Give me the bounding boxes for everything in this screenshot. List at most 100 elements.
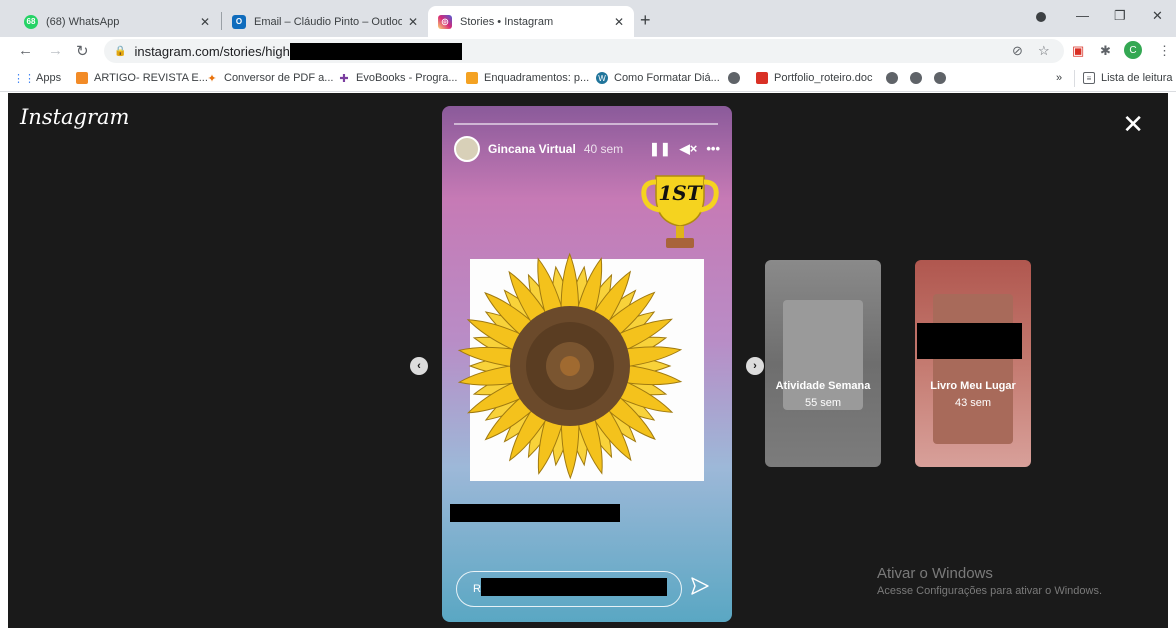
wordpress-icon: W [596,72,608,84]
apps-grid-icon: ⋮⋮ [13,72,35,85]
pdf-icon: ✦ [207,72,217,85]
bookmark-item[interactable]: ✦ Conversor de PDF a... [206,72,334,85]
browser-window: 68 (68) WhatsApp ✕ O Email – Cláudio Pin… [0,0,1176,628]
preview-title: Livro Meu Lugar [930,380,1016,392]
story-viewer: Instagram ✕ ‹ Gincana Virtual 40 sem ❚❚ … [8,93,1168,628]
browser-toolbar: ← → ↻ 🔒 instagram.com/stories/high ⊘ ☆ ▣… [0,37,1176,66]
bookmark-label: Apps [36,72,62,84]
bookmark-label: EvoBooks - Progra... [356,72,458,84]
back-button[interactable]: ← [18,42,33,59]
tab-whatsapp[interactable]: 68 (68) WhatsApp ✕ [14,6,220,37]
watermark-subtitle: Acesse Configurações para ativar o Windo… [877,585,1102,597]
bookmark-item[interactable]: Portfolio_roteiro.doc [756,72,872,84]
minimize-button[interactable]: — [1076,8,1089,23]
tab-title: Stories • Instagram [460,15,554,28]
story-header: Gincana Virtual 40 sem ❚❚ ◀× ••• [454,136,720,162]
bookmark-globe[interactable] [728,72,746,84]
url-text: instagram.com/stories/high [134,43,290,59]
reading-list-icon: ≡ [1083,72,1095,84]
reply-input[interactable]: R [456,571,682,607]
avatar[interactable] [454,136,480,162]
story-card[interactable]: Gincana Virtual 40 sem ❚❚ ◀× ••• 1ST R [442,106,732,622]
reading-list-button[interactable]: ≡ Lista de leitura [1083,72,1173,84]
next-story-button[interactable]: › [746,357,764,375]
pdf-icon [756,72,768,84]
maximize-button[interactable]: ❐ [1114,8,1126,24]
tab-bar: 68 (68) WhatsApp ✕ O Email – Cláudio Pin… [0,0,1176,37]
forward-button[interactable]: → [48,42,63,59]
bookmark-item[interactable]: W Como Formatar Diá... [596,72,720,84]
redacted-caption [450,504,620,522]
send-icon[interactable] [690,576,710,596]
profile-avatar[interactable]: C [1124,41,1142,59]
bookmark-icon [76,72,88,84]
bookmark-icon [466,72,478,84]
preview-time: 55 sem [804,397,842,409]
next-story-preview[interactable]: Livro Meu Lugar 43 sem [915,260,1031,467]
puzzle-icon[interactable]: ✱ [1100,43,1111,59]
close-window-button[interactable]: ✕ [1152,8,1163,24]
lock-icon: 🔒 [114,45,127,57]
extension-icon[interactable]: ▣ [1072,43,1084,59]
bookmark-item[interactable]: ARTIGO- REVISTA E... [76,72,208,84]
preview-thumbnail [783,300,863,410]
evobooks-icon: ✚ [339,72,349,85]
progress-bar [454,123,718,125]
tab-instagram[interactable]: ◎ Stories • Instagram ✕ [428,6,634,37]
watermark-title: Ativar o Windows [877,565,993,582]
preview-thumbnail [933,294,1013,444]
next-story-preview[interactable]: Atividade Semana 55 sem [765,260,881,467]
reply-placeholder: R [473,583,481,595]
redacted-reply-text [481,578,667,596]
sunflower-image [457,252,704,481]
trophy-text: 1ST [658,181,703,205]
story-time: 40 sem [583,142,624,156]
close-tab-icon[interactable]: ✕ [200,15,210,29]
redacted-face [917,323,1022,359]
story-username[interactable]: Gincana Virtual [488,142,576,156]
tab-outlook[interactable]: O Email – Cláudio Pinto – Outlook ✕ [222,6,428,37]
close-icon[interactable]: ✕ [1122,111,1144,137]
bookmark-item[interactable]: Enquadramentos: p... [466,72,589,84]
globe-icon [728,72,740,84]
bookmark-label: Portfolio_roteiro.doc [774,72,873,84]
instagram-logo[interactable]: Instagram [20,105,129,129]
menu-dots-icon[interactable]: ⋮ [1158,43,1171,59]
bookmark-star-icon[interactable]: ☆ [1038,43,1050,59]
more-options-icon[interactable]: ••• [706,141,720,157]
profile-dropdown-icon[interactable] [1036,12,1046,22]
bookmark-item[interactable]: ✚ EvoBooks - Progra... [338,72,458,85]
tab-title: (68) WhatsApp [46,15,120,28]
instagram-icon: ◎ [438,14,452,29]
bookmarks-overflow-button[interactable]: » [1056,72,1062,84]
bookmark-apps[interactable]: ⋮⋮ Apps [13,72,62,85]
bookmarks-bar: ⋮⋮ Apps ARTIGO- REVISTA E... ✦ Conversor… [0,66,1176,92]
windows-activation-watermark: Ativar o Windows Acesse Configurações pa… [877,565,1102,597]
pause-icon[interactable]: ❚❚ [649,141,671,157]
previous-story-button[interactable]: ‹ [410,357,428,375]
globe-icon [910,72,922,84]
bookmark-label: Como Formatar Diá... [614,72,720,84]
preview-title: Atividade Semana [775,380,871,392]
globe-icon [934,72,946,84]
eye-off-icon[interactable]: ⊘ [1012,43,1023,59]
bookmark-label: Enquadramentos: p... [484,72,590,84]
address-bar[interactable]: 🔒 instagram.com/stories/high [104,39,1064,63]
bookmark-globe[interactable] [886,72,904,84]
new-tab-button[interactable]: + [640,10,651,31]
bookmark-globe[interactable] [910,72,928,84]
bookmark-globe[interactable] [934,72,952,84]
outlook-icon: O [232,14,246,29]
overflow-label: » [1056,72,1063,84]
bookmark-label: Conversor de PDF a... [224,72,334,84]
whatsapp-icon: 68 [24,14,38,29]
mute-icon[interactable]: ◀× [680,141,698,157]
reload-button[interactable]: ↻ [76,42,89,60]
redacted-url [289,42,462,60]
reading-list-label: Lista de leitura [1101,72,1173,84]
preview-time: 43 sem [954,397,992,409]
close-tab-icon[interactable]: ✕ [408,15,418,29]
bookmark-label: ARTIGO- REVISTA E... [94,72,208,84]
close-tab-icon[interactable]: ✕ [614,15,624,29]
globe-icon [886,72,898,84]
